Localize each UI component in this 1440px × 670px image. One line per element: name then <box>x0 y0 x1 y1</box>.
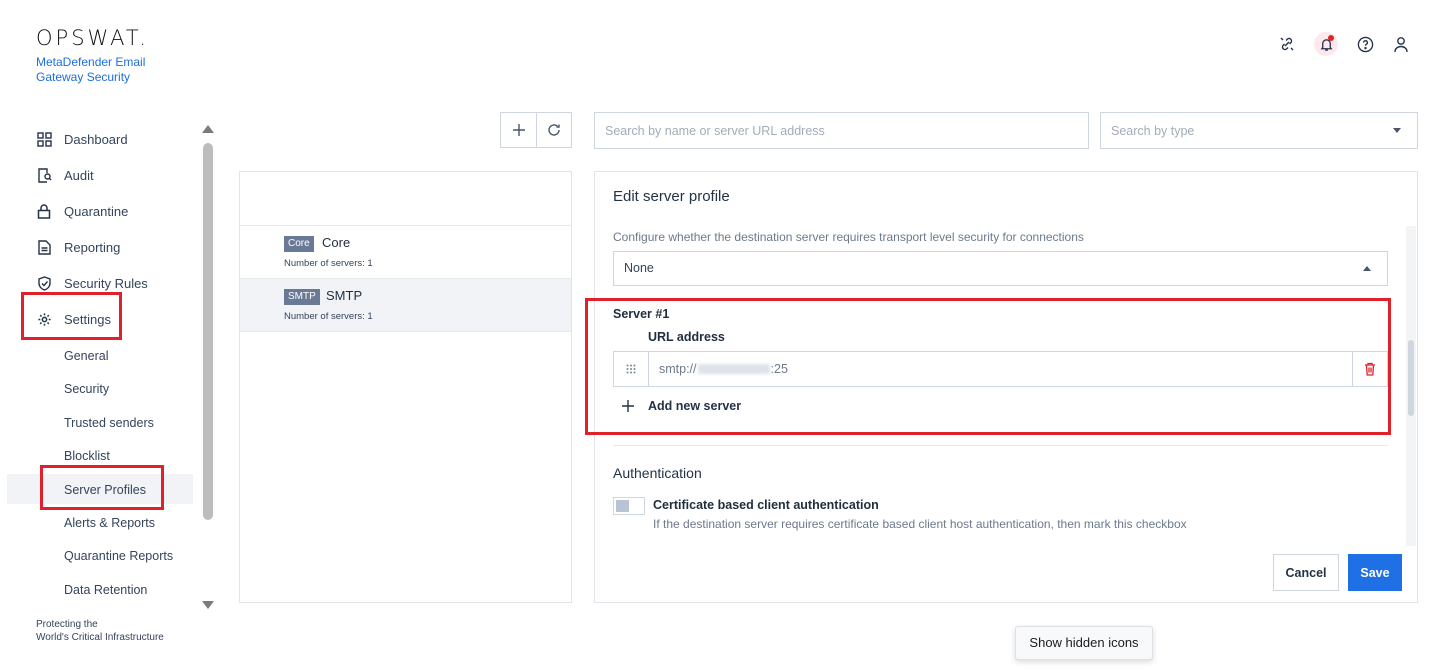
sidebar-item-label: Security Rules <box>64 275 148 291</box>
section-title: Authentication <box>613 465 702 481</box>
type-search-input[interactable] <box>1101 113 1417 148</box>
divider <box>613 445 1388 446</box>
search-input[interactable] <box>594 112 1089 149</box>
sidebar-subitem-security[interactable]: Security <box>64 380 109 398</box>
add-server-label: Add new server <box>648 399 742 413</box>
profile-type-tag: Core <box>284 236 314 252</box>
url-prefix: smtp:// <box>659 362 697 376</box>
list-divider <box>240 331 571 332</box>
profile-name: Core <box>322 235 351 250</box>
server-title: Server #1 <box>613 307 670 321</box>
server-count: Number of servers: 1 <box>284 311 373 322</box>
cert-auth-toggle[interactable] <box>613 497 645 515</box>
product-name: MetaDefender Email Gateway Security <box>36 55 146 84</box>
sidebar-subitem-alerts-reports[interactable]: Alerts & Reports <box>64 514 155 532</box>
sidebar-subitem-trusted-senders[interactable]: Trusted senders <box>64 414 154 432</box>
page-title: Edit server profile <box>613 188 730 205</box>
cert-auth-description: If the destination server requires certi… <box>653 517 1187 531</box>
bell-icon[interactable] <box>1314 32 1338 56</box>
url-label: URL address <box>648 330 725 344</box>
help-icon[interactable] <box>1356 35 1374 53</box>
toggle-knob <box>616 500 629 512</box>
notification-dot <box>1328 35 1334 41</box>
tls-selected-value: None <box>624 261 654 275</box>
brand: OPSWAT. MetaDefender Email Gateway Secur… <box>36 26 156 85</box>
header-icons <box>1278 32 1410 56</box>
sidebar-subitem-blocklist[interactable]: Blocklist <box>64 447 110 465</box>
scroll-up-arrow[interactable] <box>202 125 214 133</box>
opswat-logo: OPSWAT. <box>36 26 149 50</box>
unlink-icon[interactable] <box>1278 35 1296 53</box>
redacted-host <box>697 364 770 374</box>
sidebar-scrollbar-thumb[interactable] <box>203 143 213 520</box>
panel-scrollbar-thumb[interactable] <box>1408 340 1414 416</box>
profile-name: SMTP <box>326 288 363 303</box>
drag-handle-icon[interactable] <box>614 352 649 386</box>
sidebar-item-label: Reporting <box>64 239 121 255</box>
sidebar-subitem-data-retention[interactable]: Data Retention <box>64 581 147 599</box>
list-item[interactable]: Core Core Number of servers: 1 <box>240 225 571 278</box>
url-suffix: :25 <box>770 362 788 376</box>
sidebar-subitem-general[interactable]: General <box>64 347 108 365</box>
sidebar-item-quarantine[interactable]: Quarantine <box>36 201 128 221</box>
footer-line: Protecting the <box>36 619 98 630</box>
url-field[interactable]: smtp:// :25 <box>649 352 1352 386</box>
add-profile-button[interactable] <box>501 113 536 147</box>
sidebar-item-label: Dashboard <box>64 131 128 147</box>
add-server-button[interactable]: Add new server <box>621 399 741 413</box>
highlight-settings <box>21 292 122 340</box>
trash-icon[interactable] <box>1352 352 1387 386</box>
sidebar-item-label: Audit <box>64 167 94 183</box>
footer-tagline: Protecting the World's Critical Infrastr… <box>36 618 164 644</box>
refresh-button[interactable] <box>536 113 571 147</box>
list-item[interactable]: SMTP SMTP Number of servers: 1 <box>240 278 571 331</box>
server-count: Number of servers: 1 <box>284 258 373 269</box>
document-icon <box>36 239 52 255</box>
sidebar-item-audit[interactable]: Audit <box>36 165 94 185</box>
shield-check-icon <box>36 275 52 291</box>
sidebar-item-label: Quarantine <box>64 203 129 219</box>
cert-auth-label: Certificate based client authentication <box>653 498 879 512</box>
audit-icon <box>36 167 52 183</box>
sidebar-subitem-quarantine-reports[interactable]: Quarantine Reports <box>64 547 173 565</box>
type-filter-select[interactable] <box>1100 112 1418 149</box>
list-actions <box>500 112 572 148</box>
cancel-button[interactable]: Cancel <box>1273 554 1339 591</box>
profile-list: Core Core Number of servers: 1 SMTP SMTP… <box>239 171 572 603</box>
footer-line: World's Critical Infrastructure <box>36 632 164 643</box>
tls-description: Configure whether the destination server… <box>613 230 1084 244</box>
grid-icon <box>36 131 52 147</box>
lock-icon <box>36 203 52 219</box>
server-url-row: smtp:// :25 <box>613 351 1388 387</box>
sidebar-item-dashboard[interactable]: Dashboard <box>36 129 128 149</box>
scroll-down-arrow[interactable] <box>202 601 214 609</box>
tls-select[interactable]: None <box>613 251 1388 286</box>
sidebar-item-reporting[interactable]: Reporting <box>36 237 120 257</box>
tooltip: Show hidden icons <box>1015 626 1153 660</box>
chevron-up-icon <box>1363 266 1371 271</box>
profile-type-tag: SMTP <box>284 289 320 305</box>
chevron-down-icon <box>1393 128 1401 133</box>
plus-icon <box>621 399 635 413</box>
save-button[interactable]: Save <box>1348 554 1402 591</box>
sidebar-item-security-rules[interactable]: Security Rules <box>36 273 148 293</box>
highlight-server-profiles <box>40 465 164 510</box>
user-icon[interactable] <box>1392 35 1410 53</box>
